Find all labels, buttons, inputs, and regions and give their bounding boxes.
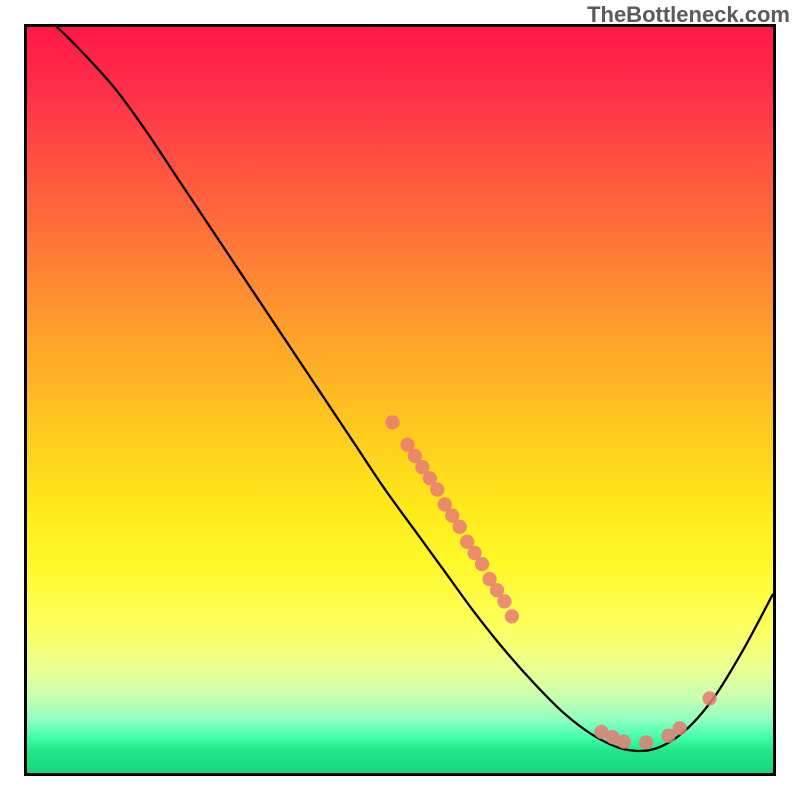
chart-svg bbox=[27, 27, 773, 773]
data-point bbox=[617, 735, 631, 749]
watermark-text: TheBottleneck.com bbox=[587, 2, 790, 28]
data-point bbox=[505, 609, 519, 623]
data-point bbox=[702, 691, 716, 705]
data-point bbox=[497, 594, 511, 608]
data-point bbox=[673, 721, 687, 735]
data-point bbox=[453, 520, 467, 534]
data-point bbox=[385, 415, 399, 429]
data-point bbox=[475, 557, 489, 571]
data-point bbox=[430, 482, 444, 496]
data-point bbox=[639, 735, 653, 749]
chart-plot-area bbox=[24, 24, 776, 776]
chart-curve bbox=[27, 27, 773, 751]
